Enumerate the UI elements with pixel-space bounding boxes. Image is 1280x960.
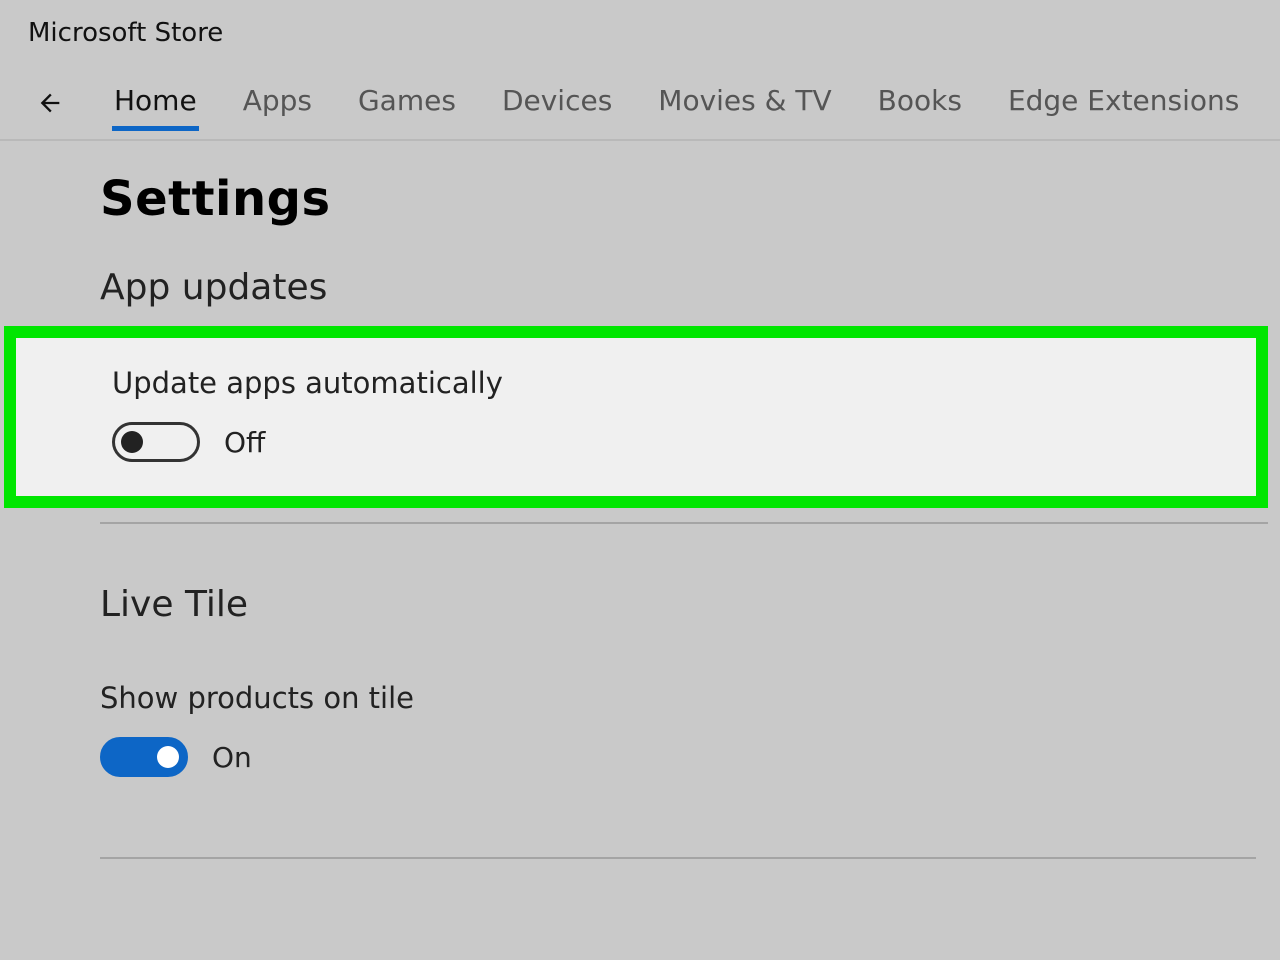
setting-label-update-apps: Update apps automatically [112,366,1256,400]
app-title: Microsoft Store [0,0,1280,58]
nav-tab-movies-tv[interactable]: Movies & TV [656,76,833,129]
section-divider [100,857,1256,859]
toggle-knob-icon [121,431,143,453]
nav-tab-games[interactable]: Games [356,76,458,129]
settings-content: Settings App updates Update apps automat… [0,141,1280,859]
section-divider [100,522,1268,524]
top-nav: Home Apps Games Devices Movies & TV Book… [0,58,1280,141]
page-title: Settings [100,171,1280,227]
toggle-state-update-apps: Off [224,426,265,459]
toggle-update-apps[interactable] [112,422,200,462]
back-button[interactable] [30,83,70,123]
highlighted-setting-app-updates: Update apps automatically Off [4,326,1268,508]
nav-tab-apps[interactable]: Apps [241,76,314,129]
toggle-knob-icon [157,746,179,768]
section-live-tile: Live Tile Show products on tile On [100,584,1280,859]
nav-tab-devices[interactable]: Devices [500,76,614,129]
toggle-show-products[interactable] [100,737,188,777]
toggle-state-show-products: On [212,741,252,774]
toggle-row-update-apps: Off [112,422,1256,462]
nav-tab-home[interactable]: Home [112,76,199,129]
section-header-live-tile: Live Tile [100,584,1268,625]
setting-label-show-products: Show products on tile [100,681,1268,715]
back-arrow-icon [36,89,64,117]
toggle-row-show-products: On [100,737,1268,777]
nav-tab-edge-extensions[interactable]: Edge Extensions [1006,76,1241,129]
section-header-app-updates: App updates [100,267,1280,308]
nav-tab-books[interactable]: Books [876,76,964,129]
